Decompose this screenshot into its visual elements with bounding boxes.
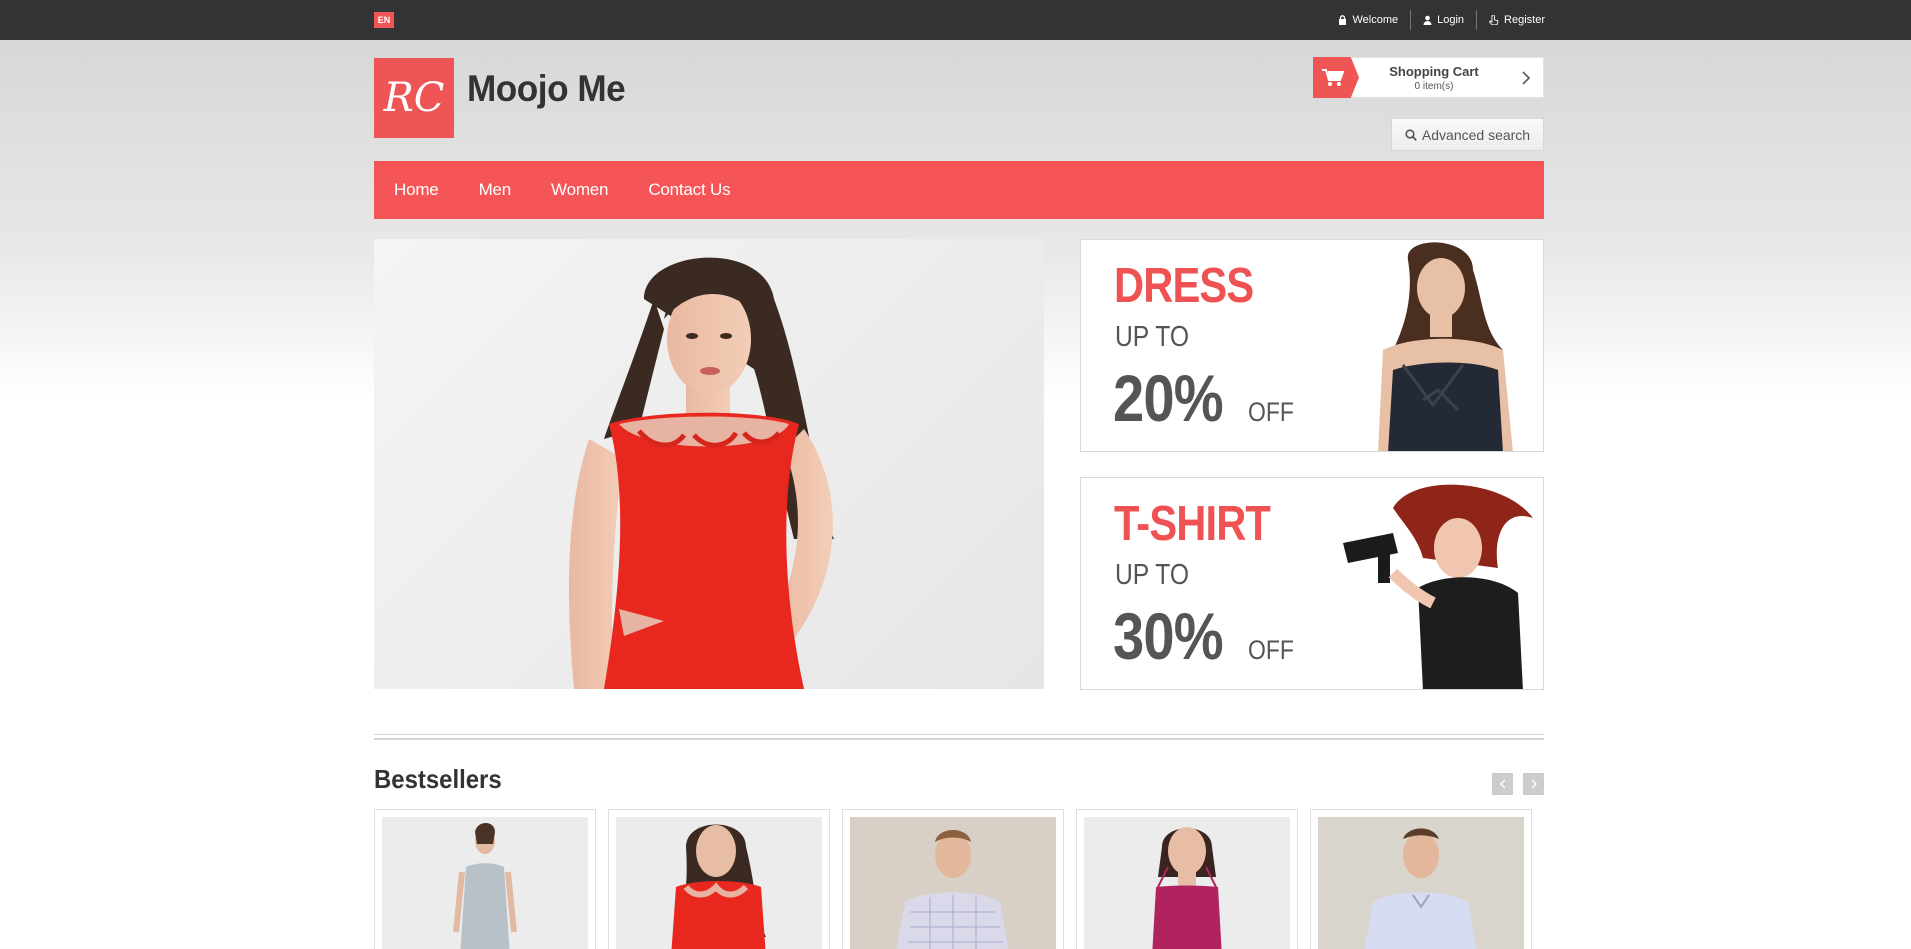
product-card[interactable] bbox=[608, 809, 830, 949]
register-label: Register bbox=[1504, 14, 1545, 26]
banner-off: OFF bbox=[1248, 397, 1294, 427]
login-link[interactable]: Login bbox=[1410, 10, 1476, 30]
lock-icon bbox=[1339, 15, 1347, 25]
account-links: Welcome Login Register bbox=[1326, 10, 1545, 30]
product-image[interactable] bbox=[850, 817, 1056, 949]
product-photo bbox=[896, 830, 1009, 949]
banner-model-illustration bbox=[1343, 484, 1533, 689]
site-name[interactable]: Moojo Me bbox=[467, 68, 626, 110]
main-nav: Home Men Women Contact Us bbox=[374, 161, 1544, 219]
login-label: Login bbox=[1437, 14, 1465, 26]
advanced-search-button[interactable]: Advanced search bbox=[1391, 118, 1544, 151]
bestsellers-title: Bestsellers bbox=[374, 764, 502, 794]
cart-count: 0 item(s) bbox=[1414, 81, 1454, 92]
welcome-link[interactable]: Welcome bbox=[1326, 10, 1410, 30]
chevron-right-icon bbox=[1522, 71, 1531, 85]
chevron-right-icon bbox=[1530, 779, 1537, 789]
product-image[interactable] bbox=[616, 817, 822, 949]
top-bar: EN Welcome Login Register bbox=[0, 0, 1911, 40]
promo-banner-tshirt[interactable]: T-SHIRT UP TO 30% OFF bbox=[1080, 477, 1544, 690]
promo-banner-dress[interactable]: DRESS UP TO 20% OFF bbox=[1080, 239, 1544, 452]
product-card[interactable] bbox=[842, 809, 1064, 949]
cart-icon bbox=[1322, 68, 1344, 86]
pointer-icon bbox=[1489, 15, 1499, 25]
nav-contact-us[interactable]: Contact Us bbox=[648, 180, 730, 200]
banner-percent: 30% bbox=[1113, 599, 1224, 673]
banner-headline: T-SHIRT bbox=[1114, 497, 1271, 551]
product-photo bbox=[1364, 828, 1477, 949]
cart-title: Shopping Cart bbox=[1389, 64, 1479, 79]
nav-home[interactable]: Home bbox=[394, 180, 439, 200]
nav-men[interactable]: Men bbox=[479, 180, 512, 200]
product-photo bbox=[453, 823, 517, 949]
carousel-prev-button[interactable] bbox=[1492, 773, 1513, 795]
product-photo bbox=[671, 824, 766, 949]
search-icon bbox=[1405, 128, 1417, 141]
product-photo bbox=[1152, 827, 1222, 949]
nav-women[interactable]: Women bbox=[551, 180, 608, 200]
product-card[interactable] bbox=[1310, 809, 1532, 949]
advanced-search-label: Advanced search bbox=[1421, 126, 1531, 143]
banner-upto: UP TO bbox=[1115, 321, 1189, 353]
banner-off: OFF bbox=[1248, 635, 1294, 665]
banner-model-illustration bbox=[1378, 242, 1513, 451]
cart-icon-badge bbox=[1313, 57, 1359, 98]
hero-slide-image[interactable] bbox=[374, 239, 1044, 689]
product-image[interactable] bbox=[1318, 817, 1524, 949]
section-divider bbox=[374, 738, 1544, 740]
user-icon bbox=[1423, 15, 1432, 25]
site-logo[interactable]: RC bbox=[374, 58, 454, 138]
chevron-left-icon bbox=[1499, 779, 1506, 789]
register-link[interactable]: Register bbox=[1476, 10, 1545, 30]
language-switcher[interactable]: EN bbox=[374, 12, 394, 28]
banner-percent: 20% bbox=[1113, 361, 1224, 435]
banner-upto: UP TO bbox=[1115, 559, 1189, 591]
product-image[interactable] bbox=[382, 817, 588, 949]
product-card[interactable] bbox=[1076, 809, 1298, 949]
shopping-cart-button[interactable]: Shopping Cart 0 item(s) bbox=[1313, 57, 1544, 98]
product-card[interactable] bbox=[374, 809, 596, 949]
section-divider bbox=[374, 734, 1544, 735]
product-image[interactable] bbox=[1084, 817, 1290, 949]
hero-model-illustration bbox=[569, 257, 834, 689]
welcome-label: Welcome bbox=[1352, 14, 1399, 26]
carousel-next-button[interactable] bbox=[1523, 773, 1544, 795]
banner-headline: DRESS bbox=[1114, 259, 1254, 313]
